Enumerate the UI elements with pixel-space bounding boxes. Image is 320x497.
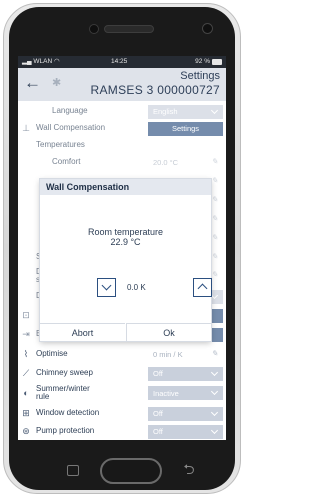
row-label: Optimise	[36, 349, 68, 359]
window-detection-select[interactable]: Off	[148, 406, 223, 421]
select-value: Inactive	[153, 388, 179, 398]
optimise-icon: ⌇	[23, 349, 29, 359]
device-name: RAMSES 3 000000727	[90, 83, 220, 97]
battery-icon	[212, 59, 222, 65]
row-label: Pump protection	[36, 426, 95, 436]
edit-pencil-icon: ✎	[211, 348, 218, 358]
earpiece-speaker	[104, 25, 154, 33]
dialog-title: Wall Compensation	[40, 179, 211, 195]
increase-button[interactable]	[193, 278, 212, 297]
battery-level: 92 %	[195, 58, 210, 65]
field-value: 0 min / K	[153, 350, 183, 359]
summer-winter-select[interactable]: Inactive	[148, 386, 223, 400]
chimney-sweep-select[interactable]: Off	[148, 366, 223, 381]
network-label: WLAN	[33, 58, 53, 65]
pump-icon: ⊛	[22, 426, 30, 436]
home-button[interactable]	[100, 458, 162, 484]
back-arrow-icon[interactable]: ←	[24, 73, 41, 93]
chevron-down-icon	[210, 368, 219, 376]
summer-winter-icon: ◐	[23, 388, 29, 398]
chevron-down-icon	[210, 426, 219, 434]
network-indicator: ▂▄ WLAN ◠	[22, 58, 60, 65]
decrease-button[interactable]	[97, 278, 116, 297]
abort-button[interactable]: Abort	[40, 323, 125, 341]
wifi-icon: ◠	[54, 58, 60, 65]
row-chimney-sweep[interactable]: ⟋ Chimney sweep Off	[18, 365, 226, 382]
page-title: Settings	[180, 70, 220, 82]
bluetooth-icon: ✱	[52, 77, 62, 89]
recent-apps-icon[interactable]	[67, 465, 79, 476]
row-summer-winter[interactable]: ◐ Summer/winter rule Inactive	[18, 383, 226, 403]
row-label-line2: rule	[36, 392, 50, 401]
wall-compensation-dialog: Wall Compensation Room temperature 22.9 …	[40, 179, 212, 341]
ok-button[interactable]: Ok	[126, 323, 211, 341]
row-optimise[interactable]: ⌇ Optimise 0 min / K ✎	[18, 346, 226, 363]
front-camera	[202, 23, 213, 34]
row-pump-protection[interactable]: ⊛ Pump protection Off	[18, 423, 226, 440]
chevron-down-icon	[210, 408, 219, 416]
row-label: Summer/winter rule	[34, 384, 148, 402]
optimise-value[interactable]: 0 min / K ✎	[148, 348, 223, 362]
select-value: Off	[153, 369, 163, 378]
status-bar: ▂▄ WLAN ◠ 14:25 92 %	[18, 56, 226, 68]
room-temperature-label: Room temperature	[87, 227, 164, 237]
app-screen: ▂▄ WLAN ◠ 14:25 92 % ← ✱ Settings RAMSES…	[18, 56, 226, 440]
room-temperature-value: 22.9 °C	[110, 237, 141, 247]
row-label: Chimney sweep	[36, 368, 93, 378]
chevron-down-icon	[101, 280, 112, 291]
window-icon: ⊞	[22, 408, 30, 418]
row-window-detection[interactable]: ⊞ Window detection Off	[18, 405, 226, 422]
app-header: ← ✱ Settings RAMSES 3 000000727	[18, 68, 226, 101]
chevron-down-icon	[210, 387, 219, 396]
chimney-sweep-icon: ⟋	[22, 368, 30, 378]
back-key-icon[interactable]: ⮌	[181, 461, 197, 477]
select-value: Off	[153, 427, 163, 436]
pump-protection-select[interactable]: Off	[148, 424, 223, 439]
clock: 14:25	[111, 58, 128, 65]
sensor-dot	[89, 24, 99, 34]
chevron-up-icon	[197, 283, 208, 294]
row-label: Window detection	[36, 408, 100, 418]
offset-value: 0.0 K	[127, 283, 146, 292]
select-value: Off	[153, 409, 163, 418]
